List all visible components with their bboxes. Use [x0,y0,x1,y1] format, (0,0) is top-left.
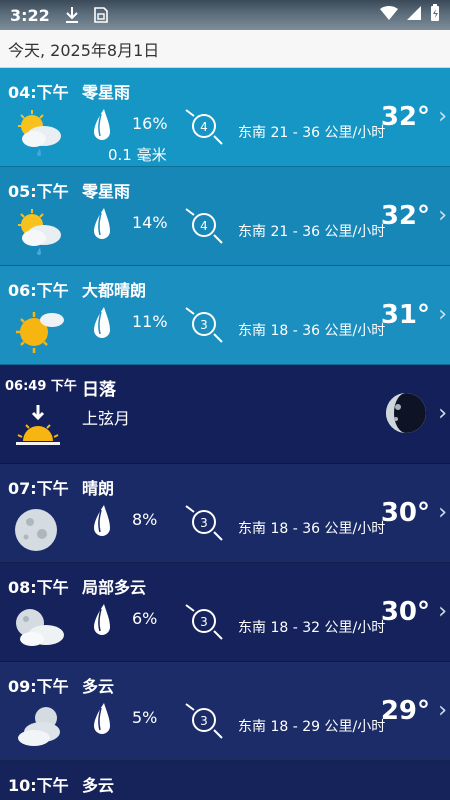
raindrop-icon [94,505,110,536]
forecast-row[interactable]: 08:下午 局部多云 6% 3 东南 18 - 32 公里/小时 30° › [0,563,450,662]
row-condition: 零星雨 [82,182,131,201]
row-hour: 04:下午 [8,83,69,102]
row-temperature: 32° [380,102,430,132]
sun-small-cloud-icon [16,312,64,353]
row-hour: 08:下午 [8,578,69,597]
forecast-row[interactable]: 04:下午 零星雨 16% 0.1 毫米 4 东南 21 - 36 公里/小时 … [0,68,450,167]
wind-description: 东南 18 - 36 公里/小时 [238,521,386,537]
sunset-label: 日落 [82,380,116,400]
wind-level: 3 [200,318,208,332]
raindrop-icon [94,307,110,338]
sun-cloud-rain-icon [18,110,61,156]
wind-description: 东南 21 - 36 公里/小时 [238,224,386,240]
row-condition: 零星雨 [82,83,131,102]
forecast-row[interactable]: 06:下午 大都晴朗 11% 3 东南 18 - 36 公里/小时 31° › [0,266,450,365]
row-hour: 05:下午 [8,182,69,201]
forecast-row[interactable]: 05:下午 零星雨 14% 4 东南 21 - 36 公里/小时 32° › [0,167,450,266]
hourly-forecast-list[interactable]: 04:下午 零星雨 16% 0.1 毫米 4 东南 21 - 36 公里/小时 … [0,68,450,800]
raindrop-icon [94,109,110,140]
moon-icon [15,509,57,551]
precip-chance: 14% [132,213,168,232]
wind-description: 东南 18 - 32 公里/小时 [238,620,386,636]
sunset-row[interactable]: 06:49 下午 日落 上弦月 › [0,365,450,464]
wind-compass-icon: 4 [185,208,223,244]
row-temperature: 32° [380,201,430,231]
row-condition: 局部多云 [82,578,147,597]
chevron-right-icon: › [438,203,447,228]
raindrop-icon [94,703,110,734]
wind-level: 4 [200,219,208,233]
chevron-right-icon: › [438,401,447,426]
moon-cloud-icon [16,609,64,646]
wind-level: 3 [200,714,208,728]
forecast-row[interactable]: 09:下午 多云 5% 3 东南 18 - 29 公里/小时 29° › [0,662,450,761]
signal-icon [406,5,422,25]
raindrop-icon [94,604,110,635]
row-condition: 多云 [82,677,115,696]
sunset-time: 06:49 下午 [5,379,77,394]
wind-compass-icon: 3 [185,703,223,739]
precip-chance: 5% [132,708,158,727]
download-icon [64,6,80,24]
row-temperature: 29° [380,696,430,726]
row-condition: 多云 [82,776,115,795]
row-temperature: 30° [380,498,430,528]
wind-description: 东南 18 - 36 公里/小时 [238,323,386,339]
date-label: 今天, 2025年8月1日 [8,40,160,60]
precip-chance: 8% [132,510,158,529]
date-header: 今天, 2025年8月1日 [0,30,450,68]
sunset-icon [16,405,60,445]
moon-phase-label: 上弦月 [82,409,131,428]
chevron-right-icon: › [438,302,447,327]
forecast-row[interactable]: 07:下午 晴朗 8% 3 东南 18 - 36 公里/小时 30° › [0,464,450,563]
raindrop-icon [94,208,110,239]
chevron-right-icon: › [438,599,447,624]
precip-chance: 11% [132,312,168,331]
row-hour: 09:下午 [8,677,69,696]
wind-description: 东南 18 - 29 公里/小时 [238,719,386,735]
chevron-right-icon: › [438,500,447,525]
wind-compass-icon: 4 [185,109,223,145]
wifi-icon [380,5,398,25]
row-temperature: 30° [380,597,430,627]
wind-description: 东南 21 - 36 公里/小时 [238,125,386,141]
wind-compass-icon: 3 [185,307,223,343]
row-condition: 大都晴朗 [82,281,147,300]
wind-compass-icon: 3 [185,505,223,541]
forecast-row[interactable]: 10:下午 多云 [0,761,450,800]
row-hour: 07:下午 [8,479,69,498]
wind-compass-icon: 3 [185,604,223,640]
wind-level: 4 [200,120,208,134]
battery-icon [430,4,440,26]
moon-clouds-icon [18,707,60,746]
wind-level: 3 [200,615,208,629]
status-time: 3:22 [10,5,50,25]
row-hour: 10:下午 [8,776,69,795]
chevron-right-icon: › [438,104,447,129]
precip-chance: 16% [132,114,168,133]
precip-chance: 6% [132,609,158,628]
sim-card-icon [92,6,110,24]
sun-cloud-rain-icon [18,209,61,255]
moon-phase-icon [386,393,426,433]
wind-level: 3 [200,516,208,530]
row-hour: 06:下午 [8,281,69,300]
row-temperature: 31° [380,300,430,330]
chevron-right-icon: › [438,698,447,723]
precip-amount: 0.1 毫米 [108,146,167,164]
row-condition: 晴朗 [82,479,115,498]
status-bar: 3:22 [0,0,450,30]
